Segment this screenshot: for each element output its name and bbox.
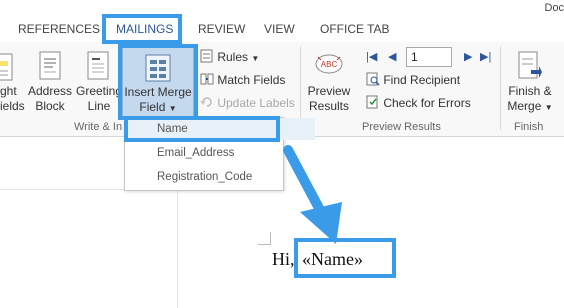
finish-group-label: Finish — [514, 121, 544, 133]
find-recipient-label: Find Recipient — [383, 73, 461, 87]
chevron-down-icon: ▼ — [544, 103, 553, 112]
rules-label: Rules — [217, 50, 249, 64]
finish-merge-icon — [518, 51, 542, 79]
find-recipient-button[interactable]: Find Recipient — [366, 72, 460, 87]
tab-review[interactable]: REVIEW — [198, 22, 245, 36]
preview-results-button[interactable]: ABC Preview Results — [304, 50, 354, 118]
preview-results-icon: ABC — [315, 54, 343, 74]
window-title: Doc — [544, 2, 564, 14]
tab-view[interactable]: VIEW — [264, 22, 295, 36]
check-errors-icon — [366, 95, 378, 109]
preview-results-group-label: Preview Results — [362, 121, 441, 133]
update-labels-button[interactable]: Update Labels — [200, 95, 295, 110]
record-number-input[interactable]: 1 — [406, 47, 452, 67]
record-navigation: |◀ ◀ 1 ▶ ▶| — [366, 47, 500, 67]
match-fields-button[interactable]: Match Fields — [200, 72, 285, 87]
greeting-line-button[interactable]: Greeting Line — [74, 50, 124, 118]
document-greeting: Hi, — [272, 249, 295, 269]
ribbon-separator — [500, 46, 501, 130]
address-block-icon — [39, 51, 61, 80]
finish-merge-button[interactable]: Finish & Merge ▼ — [504, 50, 556, 118]
greeting-line-label-1: Greeting — [75, 84, 123, 98]
rules-icon — [200, 49, 213, 63]
name-item-highlight — [124, 116, 280, 142]
preview-results-label-2: Results — [308, 99, 349, 113]
first-record-icon[interactable]: |◀ — [366, 50, 377, 63]
tab-references[interactable]: REFERENCES — [18, 22, 100, 36]
preview-results-label-1: Preview — [307, 84, 351, 98]
update-labels-icon — [200, 97, 212, 107]
greeting-line-icon — [87, 51, 109, 80]
mailings-tab-highlight — [102, 14, 182, 44]
highlight-fields-icon — [0, 53, 13, 81]
match-fields-label: Match Fields — [217, 73, 286, 87]
next-record-icon[interactable]: ▶ — [464, 50, 472, 63]
arrow-icon — [283, 145, 342, 244]
svg-text:ABC: ABC — [321, 60, 338, 69]
address-block-label-1: Address — [28, 84, 73, 98]
margin-marker — [258, 232, 271, 245]
update-labels-label: Update Labels — [217, 96, 295, 110]
address-block-button[interactable]: Address Block — [28, 50, 72, 118]
find-recipient-icon — [366, 72, 380, 86]
highlight-fields-label-1: ght — [0, 84, 17, 98]
write-insert-group-label: Write & In — [74, 121, 123, 133]
previous-record-icon[interactable]: ◀ — [388, 50, 396, 63]
last-record-icon[interactable]: ▶| — [480, 50, 491, 63]
ribbon-tab-bar: REFERENCES MAILINGS REVIEW VIEW OFFICE T… — [0, 0, 564, 42]
insert-merge-field-highlight — [118, 44, 198, 120]
check-errors-label: Check for Errors — [383, 96, 471, 110]
tab-office-tab[interactable]: OFFICE TAB — [320, 22, 390, 36]
match-fields-icon — [200, 73, 214, 85]
highlight-fields-label-2: ields — [0, 99, 25, 113]
address-block-label-2: Block — [35, 99, 65, 113]
chevron-down-icon: ▼ — [251, 54, 260, 63]
rules-button[interactable]: Rules ▼ — [200, 49, 259, 64]
finish-merge-label-2: Merge — [507, 99, 542, 113]
check-for-errors-button[interactable]: Check for Errors — [366, 95, 471, 110]
finish-merge-label-1: Finish & — [508, 84, 552, 98]
greeting-line-label-2: Line — [87, 99, 111, 113]
